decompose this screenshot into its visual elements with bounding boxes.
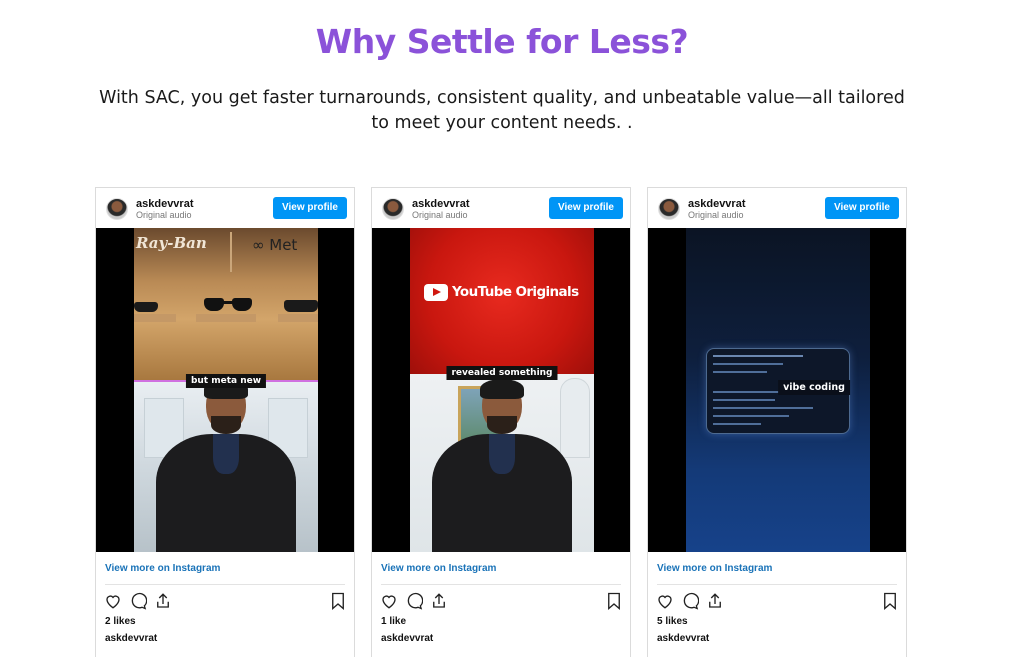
youtube-originals-text: YouTube Originals xyxy=(452,284,579,300)
instagram-embed-card: askdevvrat Original audio View profile v… xyxy=(647,187,907,657)
action-bar xyxy=(104,592,346,612)
likes-count[interactable]: 1 like xyxy=(381,616,406,627)
bookmark-icon[interactable] xyxy=(882,592,898,610)
instagram-embed-card: askdevvrat Original audio View profile R… xyxy=(95,187,355,657)
video-caption: vibe coding xyxy=(778,380,850,395)
view-profile-button[interactable]: View profile xyxy=(549,197,623,219)
audio-label[interactable]: Original audio xyxy=(688,210,744,220)
view-more-on-instagram-link[interactable]: View more on Instagram xyxy=(657,563,772,574)
avatar[interactable] xyxy=(106,198,128,220)
bookmark-icon[interactable] xyxy=(330,592,346,610)
youtube-logo xyxy=(424,284,448,301)
heart-icon[interactable] xyxy=(380,592,398,610)
share-icon[interactable] xyxy=(154,592,172,610)
card-header: askdevvrat Original audio View profile xyxy=(372,188,630,228)
heart-icon[interactable] xyxy=(104,592,122,610)
likes-count[interactable]: 5 likes xyxy=(657,616,688,627)
instagram-embed-card: askdevvrat Original audio View profile Y… xyxy=(371,187,631,657)
sunglasses-icon xyxy=(204,298,252,312)
comment-icon[interactable] xyxy=(681,592,699,610)
username[interactable]: askdevvrat xyxy=(412,198,470,210)
post-owner[interactable]: askdevvrat xyxy=(381,633,433,644)
video-frame: vibe coding xyxy=(686,228,870,552)
username[interactable]: askdevvrat xyxy=(136,198,194,210)
comment-icon[interactable] xyxy=(129,592,147,610)
action-bar xyxy=(656,592,898,612)
post-owner[interactable]: askdevvrat xyxy=(105,633,157,644)
avatar[interactable] xyxy=(658,198,680,220)
reel-video[interactable]: vibe coding xyxy=(648,228,906,552)
avatar[interactable] xyxy=(382,198,404,220)
card-header: askdevvrat Original audio View profile xyxy=(648,188,906,228)
divider xyxy=(657,584,897,585)
section-subtitle: With SAC, you get faster turnarounds, co… xyxy=(99,88,905,133)
brand-text-meta: ∞ Met xyxy=(252,236,298,254)
bookmark-icon[interactable] xyxy=(606,592,622,610)
card-header: askdevvrat Original audio View profile xyxy=(96,188,354,228)
video-caption: revealed something xyxy=(446,366,558,380)
view-profile-button[interactable]: View profile xyxy=(825,197,899,219)
reel-video[interactable]: YouTube Originals revealed something xyxy=(372,228,630,552)
brand-text-rayban: Ray-Ban xyxy=(136,234,207,252)
divider xyxy=(381,584,621,585)
presenter xyxy=(151,379,301,552)
view-profile-button[interactable]: View profile xyxy=(273,197,347,219)
divider xyxy=(105,584,345,585)
comment-icon[interactable] xyxy=(405,592,423,610)
username[interactable]: askdevvrat xyxy=(688,198,746,210)
video-frame: Ray-Ban ∞ Met but meta new xyxy=(134,228,318,552)
video-caption: but meta new xyxy=(185,374,267,388)
view-more-on-instagram-link[interactable]: View more on Instagram xyxy=(381,563,496,574)
share-icon[interactable] xyxy=(430,592,448,610)
action-bar xyxy=(380,592,622,612)
section-title: Why Settle for Less? xyxy=(315,22,689,61)
reel-video[interactable]: Ray-Ban ∞ Met but meta new xyxy=(96,228,354,552)
heart-icon[interactable] xyxy=(656,592,674,610)
audio-label[interactable]: Original audio xyxy=(136,210,192,220)
likes-count[interactable]: 2 likes xyxy=(105,616,136,627)
share-icon[interactable] xyxy=(706,592,724,610)
audio-label[interactable]: Original audio xyxy=(412,210,468,220)
post-owner[interactable]: askdevvrat xyxy=(657,633,709,644)
presenter xyxy=(427,379,577,552)
red-background xyxy=(410,228,594,374)
view-more-on-instagram-link[interactable]: View more on Instagram xyxy=(105,563,220,574)
video-frame: YouTube Originals revealed something xyxy=(410,228,594,552)
